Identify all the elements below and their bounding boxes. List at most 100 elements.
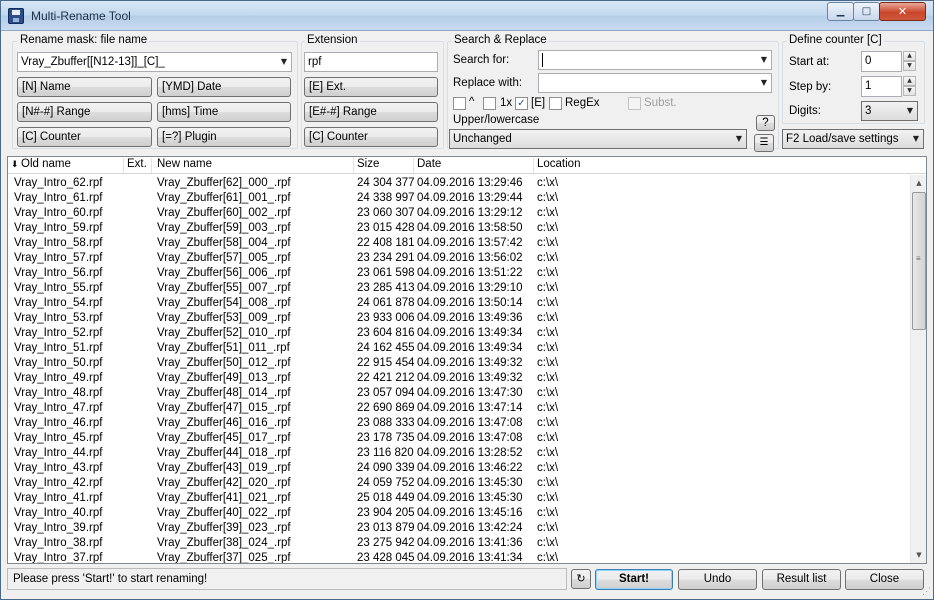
cell-date: 04.09.2016 13:45:30 [417, 492, 523, 504]
minimize-button[interactable]: ▁ [827, 2, 854, 21]
case-value: Unchanged [453, 133, 512, 145]
regex-checkbox[interactable] [549, 97, 562, 110]
edit-list-button[interactable]: ☰ [754, 134, 774, 152]
table-row[interactable]: Vray_Intro_44.rpf Vray_Zbuffer[44]_018_.r… [8, 446, 911, 461]
cell-date: 04.09.2016 13:47:08 [417, 432, 523, 444]
column-location[interactable]: Location [537, 158, 580, 170]
table-row[interactable]: Vray_Intro_38.rpf Vray_Zbuffer[38]_024_.r… [8, 536, 911, 551]
name-button[interactable]: [N] Name [17, 77, 152, 97]
table-row[interactable]: Vray_Intro_54.rpf Vray_Zbuffer[54]_008_.r… [8, 296, 911, 311]
cell-date: 04.09.2016 13:51:22 [417, 267, 523, 279]
subst-checkbox[interactable] [628, 97, 641, 110]
date-button[interactable]: [YMD] Date [157, 77, 291, 97]
cell-new-name: Vray_Zbuffer[42]_020_.rpf [157, 477, 291, 489]
resize-grip-icon[interactable]: ⋰ [922, 586, 931, 597]
cell-size: 23 275 942 [357, 537, 415, 549]
once-checkbox[interactable] [483, 97, 496, 110]
ext-counter-button[interactable]: [C] Counter [304, 127, 438, 147]
table-row[interactable]: Vray_Intro_62.rpf Vray_Zbuffer[62]_000_.r… [8, 176, 911, 191]
cell-size: 23 015 428 [357, 222, 415, 234]
start-button[interactable]: Start! [595, 569, 673, 590]
replace-with-combo[interactable]: ▼ [538, 73, 772, 93]
time-button[interactable]: [hms] Time [157, 102, 291, 122]
column-divider[interactable] [151, 158, 152, 173]
ext-range-button[interactable]: [E#-#] Range [304, 102, 438, 122]
table-row[interactable]: Vray_Intro_53.rpf Vray_Zbuffer[53]_009_.r… [8, 311, 911, 326]
maximize-button[interactable]: □ [853, 2, 880, 21]
extension-checkbox[interactable]: ✓ [515, 97, 528, 110]
cell-size: 23 057 094 [357, 387, 415, 399]
scroll-down-icon[interactable]: ▼ [911, 547, 926, 563]
cell-new-name: Vray_Zbuffer[43]_019_.rpf [157, 462, 291, 474]
column-divider[interactable] [413, 158, 414, 173]
minimize-icon: ▁ [836, 6, 845, 17]
close-window-button[interactable]: ✕ [879, 2, 926, 21]
result-list-button[interactable]: Result list [762, 569, 841, 590]
case-combo[interactable]: Unchanged ▼ [449, 129, 747, 149]
cell-location: c:\x\ [537, 282, 559, 294]
table-row[interactable]: Vray_Intro_60.rpf Vray_Zbuffer[60]_002_.r… [8, 206, 911, 221]
table-row[interactable]: Vray_Intro_41.rpf Vray_Zbuffer[41]_021_.r… [8, 491, 911, 506]
table-row[interactable]: Vray_Intro_49.rpf Vray_Zbuffer[49]_013_.r… [8, 371, 911, 386]
table-row[interactable]: Vray_Intro_43.rpf Vray_Zbuffer[43]_019_.r… [8, 461, 911, 476]
column-new-name[interactable]: New name [157, 158, 212, 170]
range-button[interactable]: [N#-#] Range [17, 102, 152, 122]
column-divider[interactable] [123, 158, 124, 173]
title-bar[interactable]: Multi-Rename Tool ▁ □ ✕ [1, 1, 933, 31]
column-divider[interactable] [353, 158, 354, 173]
table-row[interactable]: Vray_Intro_47.rpf Vray_Zbuffer[47]_015_.r… [8, 401, 911, 416]
table-row[interactable]: Vray_Intro_59.rpf Vray_Zbuffer[59]_003_.r… [8, 221, 911, 236]
rename-mask-combo[interactable]: Vray_Zbuffer[[N12-13]]_[C]_ ▼ [17, 52, 292, 72]
start-at-field[interactable]: 0 [861, 51, 902, 72]
caret-checkbox[interactable] [453, 97, 466, 110]
cell-size: 23 604 816 [357, 327, 415, 339]
table-row[interactable]: Vray_Intro_51.rpf Vray_Zbuffer[51]_011_.r… [8, 341, 911, 356]
step-by-spinner[interactable]: ▲ ▼ [903, 76, 916, 97]
digits-combo[interactable]: 3 ▼ [861, 101, 918, 121]
table-row[interactable]: Vray_Intro_52.rpf Vray_Zbuffer[52]_010_.r… [8, 326, 911, 341]
table-row[interactable]: Vray_Intro_50.rpf Vray_Zbuffer[50]_012_.r… [8, 356, 911, 371]
cell-new-name: Vray_Zbuffer[40]_022_.rpf [157, 507, 291, 519]
column-date[interactable]: Date [417, 158, 441, 170]
load-save-settings-combo[interactable]: F2 Load/save settings ▼ [782, 129, 924, 149]
table-row[interactable]: Vray_Intro_56.rpf Vray_Zbuffer[56]_006_.r… [8, 266, 911, 281]
column-divider[interactable] [533, 158, 534, 173]
start-at-spinner[interactable]: ▲ ▼ [903, 51, 916, 72]
close-button[interactable]: Close [845, 569, 924, 590]
undo-button[interactable]: Undo [678, 569, 757, 590]
column-ext[interactable]: Ext. [127, 158, 147, 170]
table-row[interactable]: Vray_Intro_61.rpf Vray_Zbuffer[61]_001_.r… [8, 191, 911, 206]
cell-location: c:\x\ [537, 252, 559, 264]
column-size[interactable]: Size [357, 158, 379, 170]
counter-button[interactable]: [C] Counter [17, 127, 152, 147]
scroll-up-icon[interactable]: ▲ [911, 175, 926, 191]
multi-rename-window: Multi-Rename Tool ▁ □ ✕ Rename mask: fil… [0, 0, 934, 600]
ext-button[interactable]: [E] Ext. [304, 77, 438, 97]
cell-old-name: Vray_Intro_45.rpf [14, 432, 103, 444]
table-row[interactable]: Vray_Intro_37.rpf Vray_Zbuffer[37]_025_.r… [8, 551, 911, 563]
table-row[interactable]: Vray_Intro_57.rpf Vray_Zbuffer[57]_005_.r… [8, 251, 911, 266]
column-old-name[interactable]: Old name [21, 158, 71, 170]
table-row[interactable]: Vray_Intro_55.rpf Vray_Zbuffer[55]_007_.r… [8, 281, 911, 296]
cell-size: 23 060 307 [357, 207, 415, 219]
cell-old-name: Vray_Intro_49.rpf [14, 372, 103, 384]
table-row[interactable]: Vray_Intro_58.rpf Vray_Zbuffer[58]_004_.r… [8, 236, 911, 251]
step-by-field[interactable]: 1 [861, 76, 902, 97]
table-row[interactable]: Vray_Intro_48.rpf Vray_Zbuffer[48]_014_.r… [8, 386, 911, 401]
search-for-combo[interactable]: ▼ [538, 50, 772, 70]
table-row[interactable]: Vray_Intro_45.rpf Vray_Zbuffer[45]_017_.r… [8, 431, 911, 446]
cell-old-name: Vray_Intro_47.rpf [14, 402, 103, 414]
table-row[interactable]: Vray_Intro_46.rpf Vray_Zbuffer[46]_016_.r… [8, 416, 911, 431]
vertical-scrollbar[interactable]: ▲ ≡ ▼ [910, 175, 926, 563]
grip-icon: ≡ [916, 254, 921, 263]
table-row[interactable]: Vray_Intro_42.rpf Vray_Zbuffer[42]_020_.r… [8, 476, 911, 491]
refresh-button[interactable]: ↻ [571, 569, 591, 589]
extension-field[interactable]: rpf [304, 52, 438, 72]
plugin-button[interactable]: [=?] Plugin [157, 127, 291, 147]
cell-new-name: Vray_Zbuffer[62]_000_.rpf [157, 177, 291, 189]
help-button[interactable]: ? [756, 115, 775, 131]
table-row[interactable]: Vray_Intro_39.rpf Vray_Zbuffer[39]_023_.r… [8, 521, 911, 536]
file-list[interactable]: ⬇ Old name Ext. New name Size Date Locat… [7, 156, 927, 564]
cell-old-name: Vray_Intro_48.rpf [14, 387, 103, 399]
table-row[interactable]: Vray_Intro_40.rpf Vray_Zbuffer[40]_022_.r… [8, 506, 911, 521]
